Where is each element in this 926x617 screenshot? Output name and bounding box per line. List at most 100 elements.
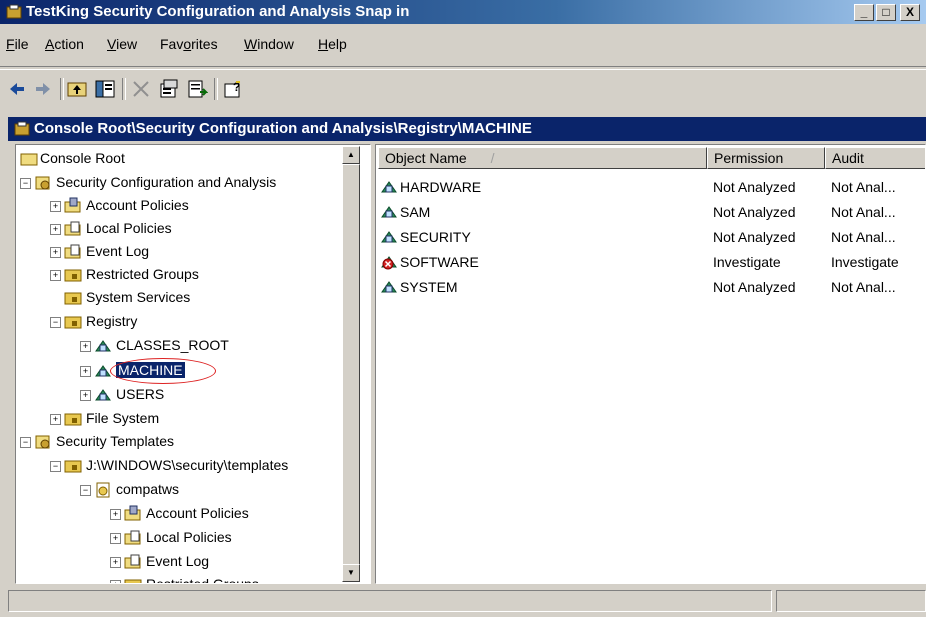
collapse-icon[interactable]: −: [20, 178, 31, 189]
show-hide-tree-icon[interactable]: [94, 78, 116, 100]
policy-folder-icon: [124, 505, 141, 521]
toolbar-separator: [122, 78, 126, 100]
tree-vertical-scrollbar[interactable]: ▲ ▼: [342, 146, 360, 582]
menu-action[interactable]: Action: [45, 36, 84, 52]
expand-icon[interactable]: +: [80, 341, 91, 352]
expand-icon[interactable]: +: [110, 557, 121, 568]
security-templates-icon: [35, 435, 50, 449]
maximize-button[interactable]: □: [876, 4, 896, 21]
forward-icon[interactable]: [32, 78, 54, 100]
tree-node-label: Security Templates: [56, 433, 175, 449]
column-header-label: Audit: [832, 150, 864, 166]
toolbar-separator: [60, 78, 64, 100]
registry-key-icon: [95, 340, 111, 352]
tree-node-label: CLASSES_ROOT: [116, 337, 229, 353]
expand-icon[interactable]: +: [50, 247, 61, 258]
permission-cell: Not Analyzed: [713, 279, 796, 295]
expand-icon[interactable]: +: [50, 201, 61, 212]
menu-view[interactable]: View: [107, 36, 137, 52]
policy-folder-icon: [124, 554, 141, 569]
folder-icon: [20, 153, 38, 166]
collapse-icon[interactable]: −: [20, 437, 31, 448]
help-icon[interactable]: ?: [222, 78, 244, 100]
permission-cell: Investigate: [713, 254, 781, 270]
tree-node-label: Console Root: [40, 150, 125, 166]
menu-favorites-suffix: rites: [191, 36, 218, 52]
minimize-button[interactable]: _: [854, 4, 874, 21]
console-path-title-bar[interactable]: Console Root\Security Configuration and …: [8, 117, 926, 141]
registry-key-icon: [95, 389, 111, 401]
column-header-audit[interactable]: Audit: [825, 147, 925, 169]
expand-icon[interactable]: +: [80, 366, 91, 377]
scroll-down-button[interactable]: ▼: [342, 564, 360, 582]
properties-icon[interactable]: [158, 78, 180, 100]
menu-help-suffix: elp: [328, 36, 347, 52]
result-list-pane[interactable]: Object Name / Permission Audit HARDWARE …: [375, 144, 926, 584]
expand-icon[interactable]: +: [50, 270, 61, 281]
menu-window-accel: W: [244, 36, 258, 52]
audit-cell: Investigate: [831, 254, 899, 270]
folder-icon: [64, 413, 82, 426]
folder-icon: [124, 579, 142, 583]
expand-icon[interactable]: +: [110, 509, 121, 520]
menu-bar: File Action View Favorites Window Help: [0, 36, 926, 58]
tree-node-label: J:\WINDOWS\security\templates: [86, 457, 289, 473]
expand-icon[interactable]: +: [50, 414, 61, 425]
menu-favorites[interactable]: Favorites: [160, 36, 218, 52]
collapse-icon[interactable]: −: [80, 485, 91, 496]
registry-key-icon: [381, 181, 397, 193]
table-row[interactable]: SAM Not Analyzed Not Anal...: [376, 201, 925, 226]
audit-cell: Not Anal...: [831, 279, 896, 295]
collapse-icon[interactable]: −: [50, 461, 61, 472]
menu-help[interactable]: Help: [318, 36, 347, 52]
tree-node-label: File System: [86, 410, 160, 426]
window-title-bar[interactable]: TestKing Security Configuration and Anal…: [0, 0, 926, 24]
tree-node-label: Local Policies: [146, 529, 232, 545]
policy-folder-icon: [124, 530, 141, 545]
up-folder-icon[interactable]: [66, 78, 88, 100]
console-tree-pane[interactable]: Console Root − Security Configuration an…: [15, 144, 371, 584]
column-header-permission[interactable]: Permission: [707, 147, 825, 169]
window-title: TestKing Security Configuration and Anal…: [26, 3, 410, 20]
delete-icon[interactable]: [130, 78, 152, 100]
collapse-icon[interactable]: −: [50, 317, 61, 328]
expand-icon[interactable]: +: [80, 390, 91, 401]
expand-icon[interactable]: +: [50, 224, 61, 235]
folder-icon: [64, 269, 82, 282]
status-panel-secondary: [776, 590, 926, 612]
scroll-up-button[interactable]: ▲: [342, 146, 360, 164]
console-root-icon: [14, 121, 30, 136]
tree-node-label: Restricted Groups: [146, 576, 259, 584]
menu-favorites-accel: o: [183, 36, 192, 52]
menu-action-suffix: ction: [54, 36, 84, 52]
policy-folder-icon: [64, 221, 81, 236]
console-path-title: Console Root\Security Configuration and …: [34, 120, 532, 137]
table-row[interactable]: SOFTWARE Investigate Investigate: [376, 251, 925, 276]
menu-window[interactable]: Window: [244, 36, 294, 52]
object-name-cell: SYSTEM: [400, 279, 458, 295]
folder-icon: [64, 292, 82, 305]
column-header-object-name[interactable]: Object Name /: [378, 147, 707, 169]
tree-node-label: Registry: [86, 313, 138, 329]
table-row[interactable]: SECURITY Not Analyzed Not Anal...: [376, 226, 925, 251]
menu-favorites-prefix: Fav: [160, 36, 184, 52]
menu-toolbar-separator: [0, 66, 926, 70]
scroll-thumb[interactable]: [342, 164, 360, 570]
back-icon[interactable]: [6, 78, 28, 100]
object-name-cell: SECURITY: [400, 229, 471, 245]
menu-help-accel: H: [318, 36, 329, 52]
tree-node-label: compatws: [116, 481, 180, 497]
expand-icon[interactable]: +: [110, 580, 121, 583]
status-bar: [8, 590, 926, 614]
table-row[interactable]: HARDWARE Not Analyzed Not Anal...: [376, 176, 925, 201]
export-list-icon[interactable]: [186, 78, 208, 100]
tree-node-label: Event Log: [146, 553, 210, 569]
permission-cell: Not Analyzed: [713, 204, 796, 220]
registry-key-icon: [381, 206, 397, 218]
menu-file[interactable]: File: [6, 36, 29, 52]
expand-icon[interactable]: +: [110, 533, 121, 544]
table-row[interactable]: SYSTEM Not Analyzed Not Anal...: [376, 276, 925, 301]
close-button[interactable]: X: [900, 4, 920, 21]
tree-node-label: Local Policies: [86, 220, 172, 236]
column-header-label: Permission: [714, 150, 784, 166]
